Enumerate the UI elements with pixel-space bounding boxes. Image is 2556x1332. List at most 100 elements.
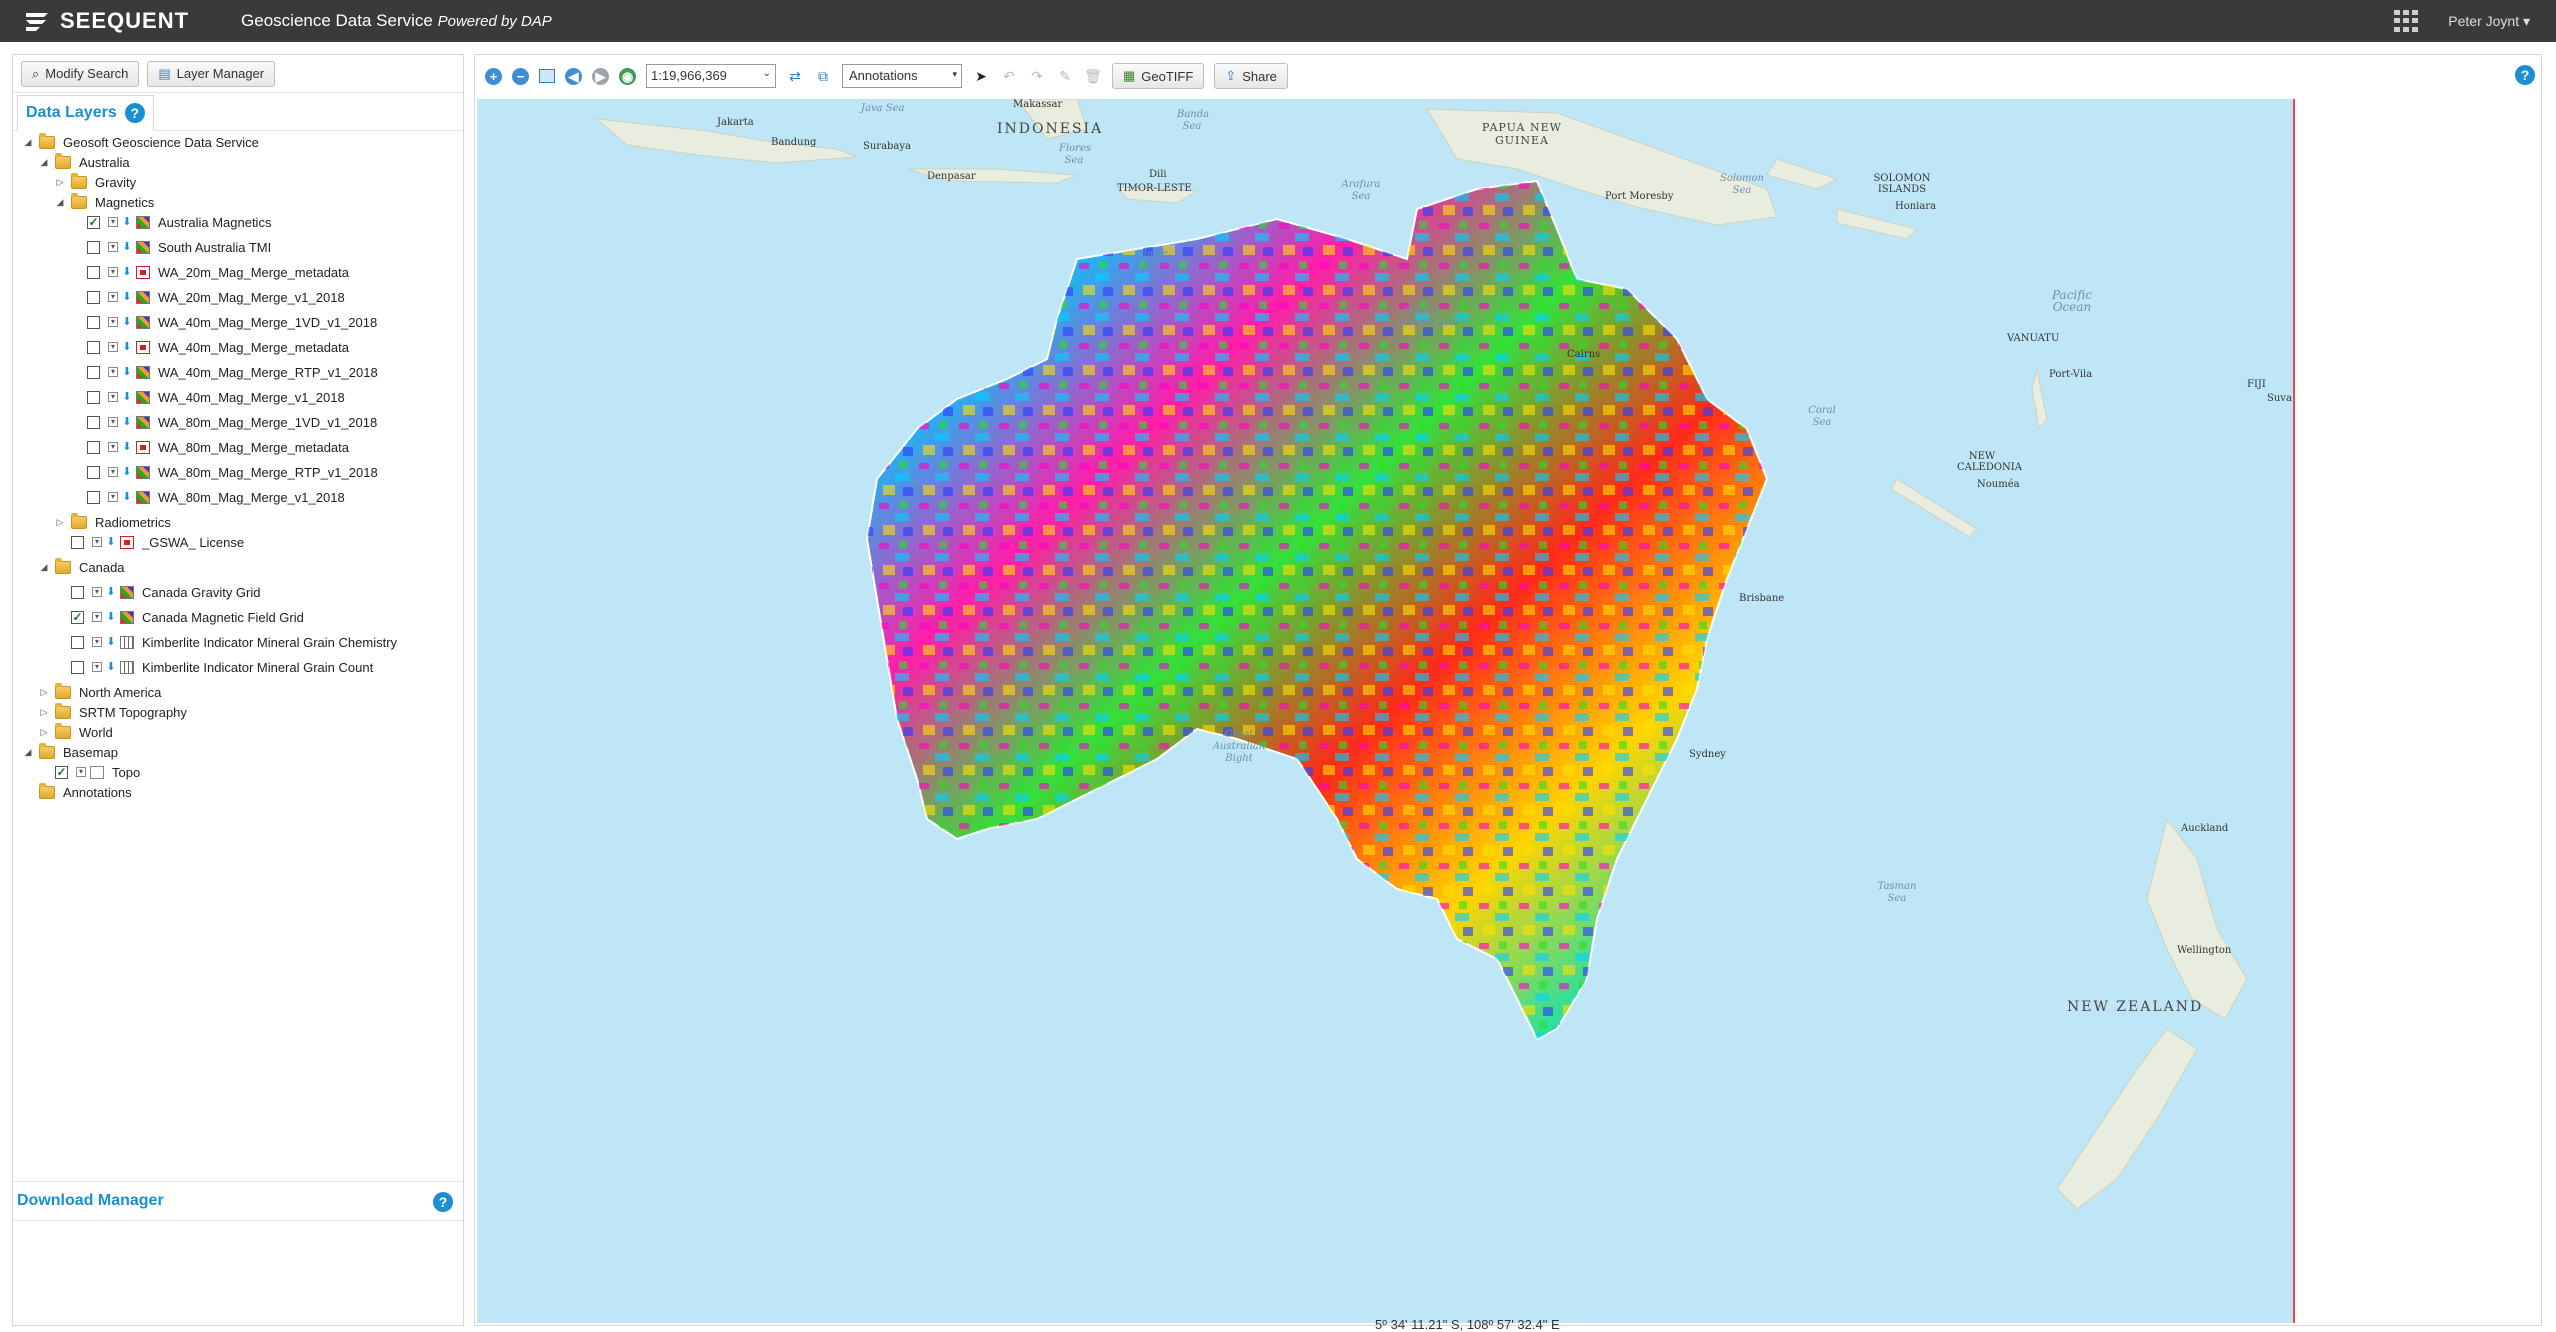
layer-checkbox[interactable]: ✓ bbox=[71, 610, 84, 624]
tree-node[interactable]: ◢ Canada bbox=[39, 557, 125, 576]
layer-checkbox[interactable] bbox=[87, 365, 100, 379]
options-icon[interactable]: ▾ bbox=[108, 217, 118, 227]
tree-node[interactable]: ▾ ⬇ WA_20m_Mag_Merge_metadata bbox=[87, 263, 349, 281]
back-icon[interactable]: ◀ bbox=[565, 67, 582, 85]
redo-icon[interactable]: ↷ bbox=[1028, 67, 1046, 85]
options-icon[interactable]: ▾ bbox=[92, 612, 102, 622]
seequent-logo[interactable]: SEEQUENT bbox=[22, 8, 189, 34]
download-icon[interactable]: ⬇ bbox=[122, 441, 132, 453]
options-icon[interactable]: ▾ bbox=[92, 587, 102, 597]
map-help-icon[interactable]: ? bbox=[2515, 65, 2535, 85]
layer-checkbox[interactable] bbox=[87, 415, 100, 429]
tree-node[interactable]: ▾ ⬇ Kimberlite Indicator Mineral Grain Cou… bbox=[71, 658, 373, 676]
pan-arrows-icon[interactable]: ⇄ bbox=[786, 67, 804, 85]
tree-node[interactable]: ▾ ⬇ WA_40m_Mag_Merge_RTP_v1_2018 bbox=[87, 363, 378, 381]
forward-icon[interactable]: ▶ bbox=[592, 67, 609, 85]
download-icon[interactable]: ⬇ bbox=[122, 416, 132, 428]
layer-checkbox[interactable]: ✓ bbox=[87, 215, 100, 229]
layer-checkbox[interactable] bbox=[87, 265, 100, 279]
collapse-icon[interactable]: ◢ bbox=[55, 197, 65, 208]
collapse-icon[interactable]: ◢ bbox=[23, 137, 33, 148]
options-icon[interactable]: ▾ bbox=[108, 342, 118, 352]
tree-node[interactable]: ▷ Radiometrics bbox=[55, 512, 171, 531]
download-icon[interactable]: ⬇ bbox=[122, 466, 132, 478]
trash-icon[interactable]: 🗑 bbox=[1084, 67, 1102, 85]
download-icon[interactable]: ⬇ bbox=[106, 536, 116, 548]
tree-node[interactable]: ▾ ⬇ Kimberlite Indicator Mineral Grain Che… bbox=[71, 633, 397, 651]
layer-checkbox[interactable] bbox=[87, 390, 100, 404]
undo-icon[interactable]: ↶ bbox=[1000, 67, 1018, 85]
tree-node[interactable]: ▾ ⬇ WA_80m_Mag_Merge_v1_2018 bbox=[87, 488, 345, 506]
layer-checkbox[interactable] bbox=[87, 465, 100, 479]
download-icon[interactable]: ⬇ bbox=[122, 316, 132, 328]
globe-icon[interactable]: ◉ bbox=[619, 67, 636, 85]
options-icon[interactable]: ▾ bbox=[108, 267, 118, 277]
zoom-extent-icon[interactable] bbox=[539, 69, 555, 83]
pointer-icon[interactable]: ➤ bbox=[972, 67, 990, 85]
tree-node[interactable]: ▷ Gravity bbox=[55, 172, 136, 191]
options-icon[interactable]: ▾ bbox=[108, 417, 118, 427]
options-icon[interactable]: ▾ bbox=[108, 367, 118, 377]
expand-icon[interactable]: ▷ bbox=[39, 707, 49, 718]
collapse-icon[interactable]: ◢ bbox=[23, 747, 33, 758]
zoom-out-icon[interactable]: − bbox=[512, 67, 529, 85]
options-icon[interactable]: ▾ bbox=[92, 662, 102, 672]
tree-node[interactable]: ◢ Magnetics bbox=[55, 192, 154, 211]
tree-node[interactable]: ✓ ▾ ⬇ Australia Magnetics bbox=[87, 213, 271, 231]
options-icon[interactable]: ▾ bbox=[108, 492, 118, 502]
zoom-in-icon[interactable]: + bbox=[485, 67, 502, 85]
expand-icon[interactable]: ▷ bbox=[39, 727, 49, 738]
layer-checkbox[interactable] bbox=[87, 440, 100, 454]
tree-node[interactable]: ▾ ⬇ WA_40m_Mag_Merge_1VD_v1_2018 bbox=[87, 313, 377, 331]
tree-node[interactable]: ▾ ⬇ South Australia TMI bbox=[87, 238, 271, 256]
tree-node[interactable]: ▾ ⬇ WA_80m_Mag_Merge_metadata bbox=[87, 438, 349, 456]
download-icon[interactable]: ⬇ bbox=[122, 266, 132, 278]
collapse-icon[interactable]: ◢ bbox=[39, 157, 49, 168]
modify-search-button[interactable]: ⌕ Modify Search bbox=[21, 60, 140, 87]
options-icon[interactable]: ▾ bbox=[92, 537, 102, 547]
tree-node[interactable]: ▾ ⬇ WA_40m_Mag_Merge_v1_2018 bbox=[87, 388, 345, 406]
collapse-icon[interactable]: ◢ bbox=[39, 562, 49, 573]
tree-node[interactable]: ✓ ▾ ⬇ Canada Magnetic Field Grid bbox=[71, 608, 304, 626]
download-icon[interactable]: ⬇ bbox=[106, 661, 116, 673]
apps-grid-icon[interactable] bbox=[2394, 10, 2420, 32]
scale-input[interactable]: 1:19,966,369 ⌄ bbox=[646, 64, 776, 88]
tree-node[interactable]: ▾ ⬇ WA_80m_Mag_Merge_RTP_v1_2018 bbox=[87, 463, 378, 481]
layer-checkbox[interactable] bbox=[87, 315, 100, 329]
tree-node[interactable]: ▷ North America bbox=[39, 682, 161, 701]
options-icon[interactable]: ▾ bbox=[92, 637, 102, 647]
share-button[interactable]: ⇪ Share bbox=[1214, 63, 1288, 89]
expand-icon[interactable]: ▷ bbox=[55, 177, 65, 188]
layer-checkbox[interactable] bbox=[71, 635, 84, 649]
geotiff-button[interactable]: ▦ GeoTIFF bbox=[1112, 63, 1205, 89]
download-icon[interactable]: ⬇ bbox=[122, 391, 132, 403]
tree-node[interactable]: ▾ ⬇ WA_40m_Mag_Merge_metadata bbox=[87, 338, 349, 356]
download-icon[interactable]: ⬇ bbox=[122, 216, 132, 228]
map-canvas[interactable]: INDONESIA PAPUA NEW GUINEA NEW ZEALAND P… bbox=[477, 99, 2295, 1323]
user-menu[interactable]: Peter Joynt ▾ bbox=[2448, 13, 2530, 30]
download-icon[interactable]: ⬇ bbox=[122, 366, 132, 378]
download-icon[interactable]: ⬇ bbox=[122, 491, 132, 503]
layer-checkbox[interactable] bbox=[87, 340, 100, 354]
expand-icon[interactable]: ▷ bbox=[39, 687, 49, 698]
options-icon[interactable]: ▾ bbox=[108, 392, 118, 402]
tree-node[interactable]: ▾ ⬇ WA_20m_Mag_Merge_v1_2018 bbox=[87, 288, 345, 306]
expand-icon[interactable]: ▷ bbox=[55, 517, 65, 528]
zoom-box-icon[interactable]: ⧉ bbox=[814, 67, 832, 85]
layer-checkbox[interactable] bbox=[71, 660, 84, 674]
layer-checkbox[interactable] bbox=[87, 290, 100, 304]
tree-node[interactable]: ◢ Basemap bbox=[23, 742, 118, 761]
layer-checkbox[interactable] bbox=[71, 535, 84, 549]
help-icon[interactable]: ? bbox=[124, 103, 145, 123]
options-icon[interactable]: ▾ bbox=[76, 767, 86, 777]
download-icon[interactable]: ⬇ bbox=[106, 586, 116, 598]
download-icon[interactable]: ⬇ bbox=[106, 611, 116, 623]
tree-node[interactable]: ▾ ⬇ WA_80m_Mag_Merge_1VD_v1_2018 bbox=[87, 413, 377, 431]
edit-icon[interactable]: ✎ bbox=[1056, 67, 1074, 85]
tab-data-layers[interactable]: Data Layers ? bbox=[17, 95, 154, 131]
download-icon[interactable]: ⬇ bbox=[122, 341, 132, 353]
tree-node[interactable]: ▷ SRTM Topography bbox=[39, 702, 187, 721]
layer-manager-button[interactable]: ▤ Layer Manager bbox=[147, 60, 276, 87]
layer-checkbox[interactable] bbox=[71, 585, 84, 599]
tree-node[interactable]: ◢ Australia bbox=[39, 152, 130, 171]
